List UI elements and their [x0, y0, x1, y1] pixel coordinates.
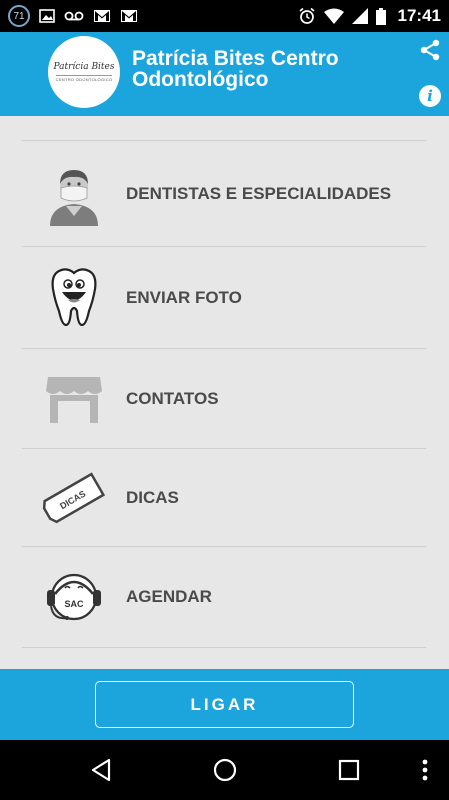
app-header: Patrícia Bites CENTRO ODONTOLÓGICO Patrí… — [0, 32, 449, 116]
notification-badge: 71 — [8, 5, 30, 27]
menu-item-contatos[interactable]: CONTATOS — [22, 348, 426, 448]
status-bar: 71 17:41 — [0, 0, 449, 32]
menu-item-agendar[interactable]: SAC AGENDAR — [22, 546, 426, 648]
share-icon[interactable] — [418, 38, 442, 62]
menu-item-label: AGENDAR — [126, 587, 212, 606]
home-icon[interactable] — [210, 755, 240, 785]
support-headset-text: SAC — [64, 599, 84, 609]
menu-item-dicas[interactable]: DICAS DICAS — [22, 448, 426, 546]
status-time: 17:41 — [397, 6, 441, 25]
back-icon[interactable] — [86, 755, 116, 785]
menu-item-label: CONTATOS — [126, 388, 219, 408]
battery-icon — [375, 7, 386, 25]
bottom-bar: LIGAR — [0, 669, 449, 740]
tooth-icon — [22, 267, 126, 329]
status-left: 71 — [8, 5, 138, 27]
info-icon[interactable]: i — [419, 85, 441, 107]
menu-item-enviar-foto[interactable]: ENVIAR FOTO — [22, 246, 426, 348]
call-button[interactable]: LIGAR — [95, 681, 354, 728]
logo-subtext: CENTRO ODONTOLÓGICO — [55, 75, 113, 82]
menu-item-label: ENVIAR FOTO — [126, 287, 242, 307]
logo: Patrícia Bites CENTRO ODONTOLÓGICO — [48, 36, 120, 108]
alarm-icon — [298, 7, 316, 25]
recents-icon[interactable] — [334, 755, 364, 785]
wifi-icon — [323, 8, 344, 24]
menu-item-label: DICAS — [126, 487, 179, 507]
menu-item-label: DENTISTAS E ESPECIALIDADES — [126, 183, 392, 203]
menu-list: DENTISTAS E ESPECIALIDADES ENVIAR FOTO C — [0, 116, 449, 669]
voicemail-icon — [64, 10, 84, 22]
logo-script: Patrícia Bites — [53, 62, 115, 72]
support-headset-icon: SAC — [22, 566, 126, 628]
tips-tag-icon: DICAS — [22, 471, 126, 524]
dentist-icon — [22, 162, 126, 226]
menu-item-dentistas[interactable]: DENTISTAS E ESPECIALIDADES — [22, 140, 426, 246]
navigation-bar — [0, 740, 449, 800]
store-icon — [22, 373, 126, 425]
signal-icon — [351, 8, 368, 24]
image-icon — [39, 9, 55, 23]
status-right: 17:41 — [298, 6, 441, 26]
gmail-icon — [93, 9, 111, 23]
more-icon[interactable] — [410, 755, 440, 785]
app-title: Patrícia Bites Centro Odontológico — [132, 47, 339, 91]
gmail-icon — [120, 9, 138, 23]
